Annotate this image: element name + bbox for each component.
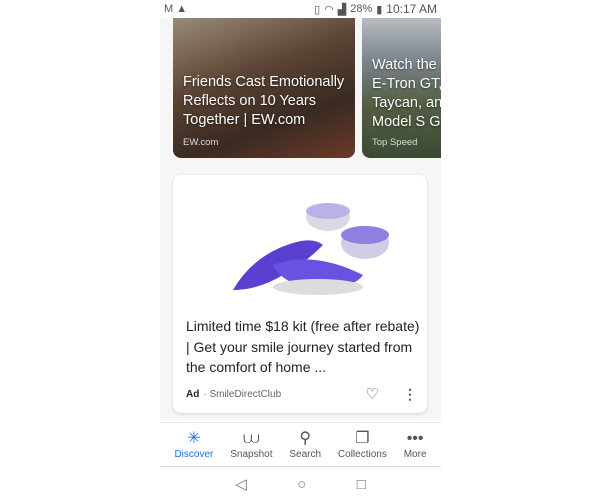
ad-footer: Ad · SmileDirectClub ♡ ⋮ — [186, 385, 417, 404]
discover-feed[interactable]: Friends Cast Emotionally Reflects on 10 Y… — [160, 18, 441, 420]
story-source: Top Speed — [372, 137, 418, 148]
nav-collections[interactable]: ❐ Collections — [338, 423, 387, 466]
phone-screen: M ▲ ▯ ◠ ▟ 28% ▮ 10:17 AM Friends Cast Em… — [160, 0, 441, 500]
story-title: Friends Cast Emotionally Reflects on 10 Y… — [183, 74, 345, 128]
collections-icon: ❐ — [355, 430, 370, 447]
bottom-nav: ✳ Discover ⩊ Snapshot ⚲ Search ❐ Collections… — [160, 422, 441, 467]
story-source: EW.com — [183, 137, 219, 148]
story-card[interactable]: Friends Cast Emotionally Reflects on 10 Y… — [173, 18, 355, 158]
more-vert-icon[interactable]: ⋮ — [403, 386, 417, 403]
battery-level: 28% — [350, 3, 373, 15]
ad-image — [233, 203, 389, 295]
wifi-icon: ◠ — [324, 3, 334, 16]
home-icon[interactable]: ○ — [297, 476, 306, 493]
vibrate-icon: ▯ — [314, 3, 321, 16]
search-icon: ⚲ — [299, 430, 312, 447]
story-card[interactable]: Watch theE-Tron GT,Taycan, andModel S Go… — [362, 18, 441, 158]
ad-title[interactable]: Limited time $18 kit (free after rebate)… — [186, 316, 422, 378]
asterisk-icon: ✳ — [187, 430, 201, 447]
status-bar: M ▲ ▯ ◠ ▟ 28% ▮ 10:17 AM — [160, 0, 441, 18]
heart-icon[interactable]: ♡ — [366, 385, 379, 403]
snapshot-icon: ⩊ — [243, 430, 260, 447]
ad-card[interactable]: Limited time $18 kit (free after rebate)… — [173, 175, 427, 413]
system-nav: ◁ ○ □ — [160, 470, 441, 498]
recents-icon[interactable]: □ — [357, 476, 366, 493]
ad-badge: Ad — [186, 388, 200, 400]
battery-icon: ▮ — [376, 3, 383, 16]
warning-icon: ▲ — [176, 3, 188, 15]
back-icon[interactable]: ◁ — [235, 475, 247, 493]
nav-more[interactable]: ••• More — [404, 423, 427, 466]
gmail-icon: M — [164, 3, 174, 15]
signal-icon: ▟ — [337, 3, 347, 16]
nav-snapshot[interactable]: ⩊ Snapshot — [230, 423, 272, 466]
more-icon: ••• — [406, 430, 424, 447]
clock: 10:17 AM — [386, 2, 437, 16]
nav-search[interactable]: ⚲ Search — [289, 423, 321, 466]
nav-discover[interactable]: ✳ Discover — [174, 423, 213, 466]
story-title: Watch theE-Tron GT,Taycan, andModel S Go — [372, 57, 441, 130]
advertiser: SmileDirectClub — [209, 388, 282, 400]
